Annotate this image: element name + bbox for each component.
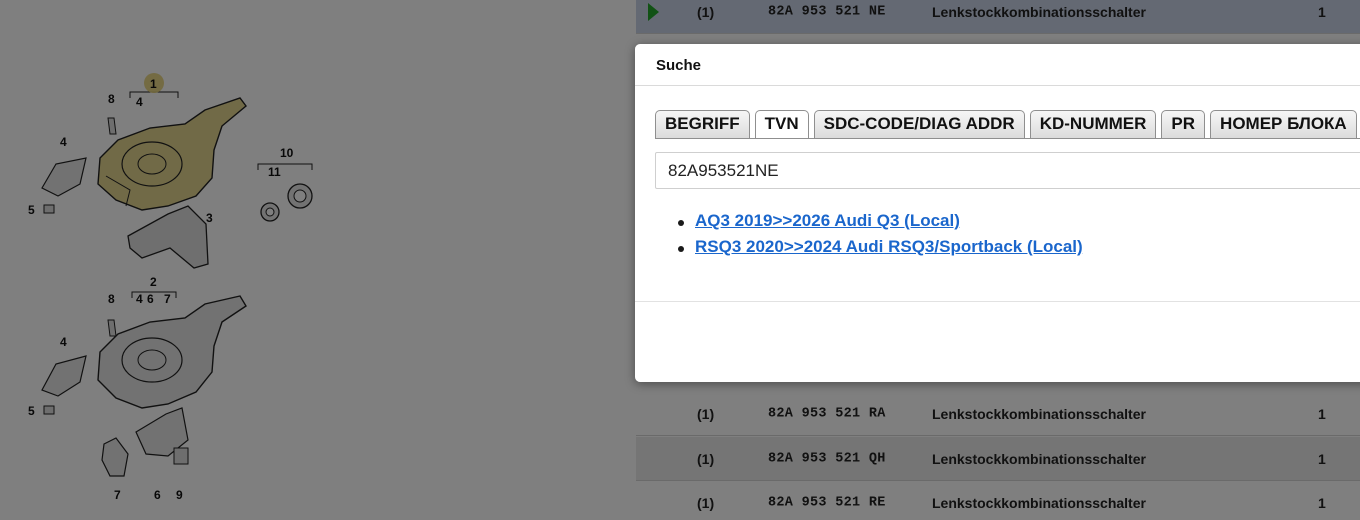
tab-begriff[interactable]: BEGRIFF: [655, 110, 750, 138]
dialog-footer-divider: [635, 301, 1360, 302]
list-item: RSQ3 2020>>2024 Audi RSQ3/Sportback (Loc…: [678, 237, 1083, 263]
list-item: AQ3 2019>>2026 Audi Q3 (Local): [678, 211, 1083, 237]
tab-tvn[interactable]: TVN: [754, 110, 809, 138]
tab-pr[interactable]: PR: [1161, 110, 1206, 138]
search-results-list: AQ3 2019>>2026 Audi Q3 (Local) RSQ3 2020…: [678, 211, 1083, 263]
search-mode-tabs: BEGRIFF TVN SDC-CODE/DIAG ADDR KD-NUMMER PR Н…: [655, 110, 1360, 138]
tab-sdc-code-diag-addr[interactable]: SDC-CODE/DIAG ADDR: [813, 110, 1025, 138]
result-link-aq3[interactable]: AQ3 2019>>2026 Audi Q3 (Local): [695, 211, 960, 230]
search-dialog: Suche BEGRIFF TVN SDC-CODE/DIAG ADDR KD-NUM…: [635, 44, 1360, 382]
search-input[interactable]: [655, 152, 1360, 189]
tab-divider: [655, 138, 1360, 139]
tab-kd-nummer[interactable]: KD-NUMMER: [1029, 110, 1157, 138]
dialog-title: Suche: [635, 44, 1360, 86]
result-link-rsq3[interactable]: RSQ3 2020>>2024 Audi RSQ3/Sportback (Loc…: [695, 237, 1083, 256]
tab-block-number[interactable]: НОМЕР БЛОКА: [1210, 110, 1357, 138]
